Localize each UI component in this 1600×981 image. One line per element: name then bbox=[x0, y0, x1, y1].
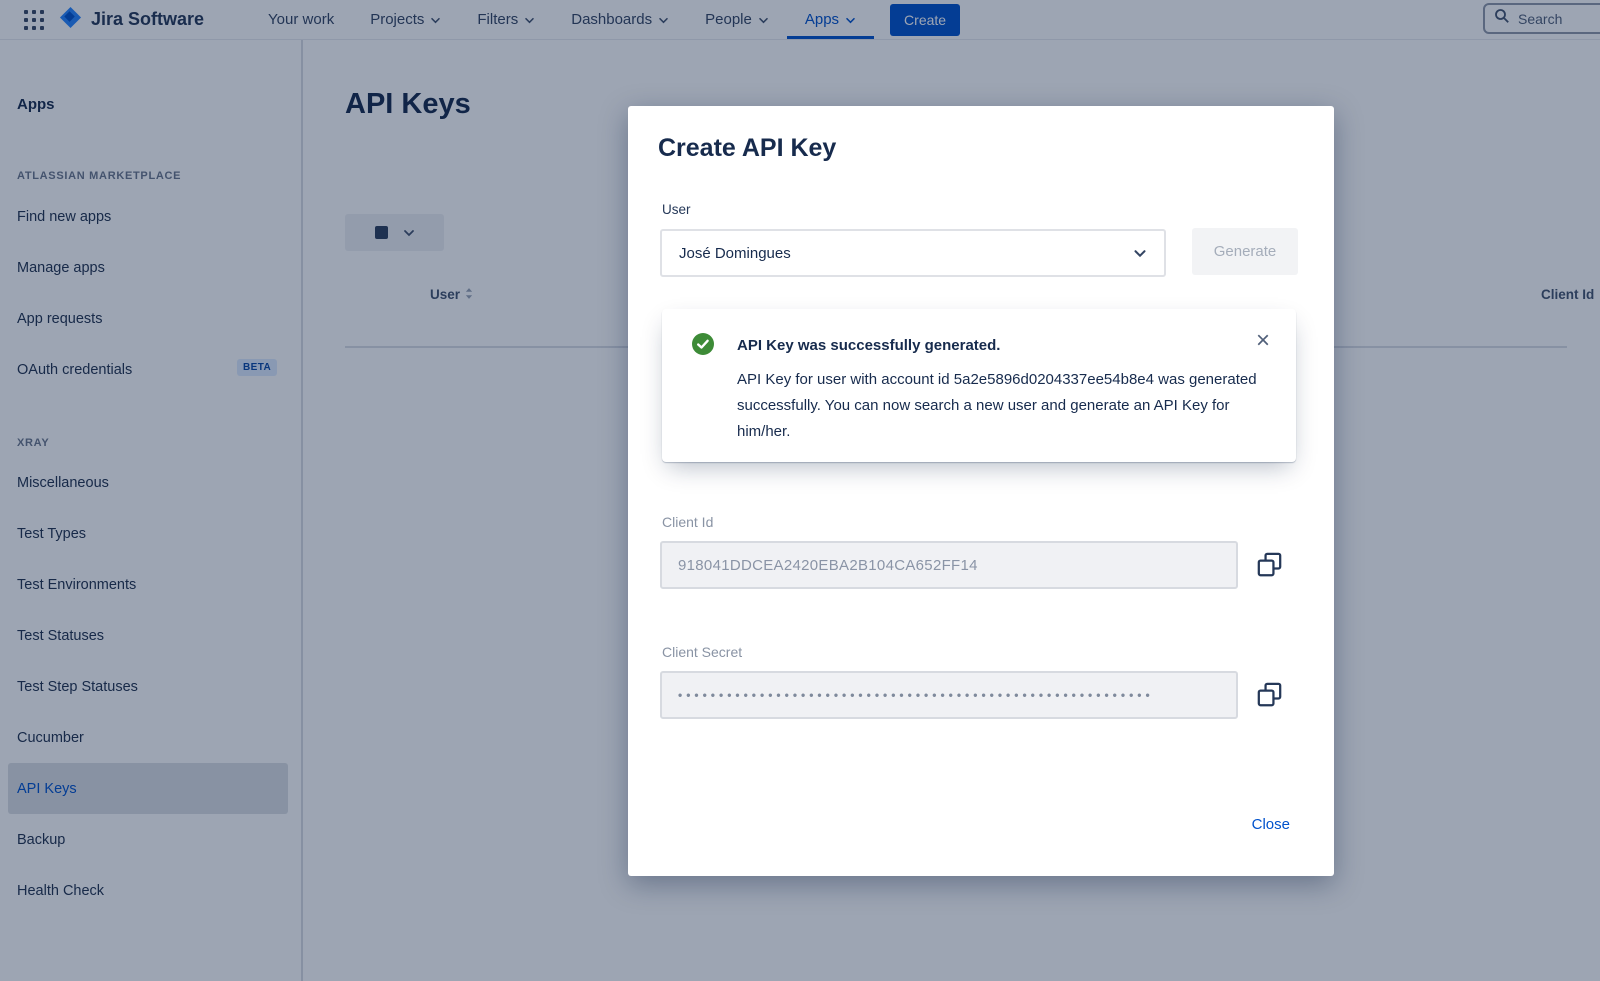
modal-close-button[interactable]: Close bbox=[1252, 816, 1290, 833]
flag-close-icon[interactable]: × bbox=[1256, 329, 1270, 353]
generate-button[interactable]: Generate bbox=[1192, 228, 1298, 275]
copy-client-id-button[interactable] bbox=[1252, 549, 1286, 583]
copy-icon bbox=[1256, 681, 1283, 711]
modal-title: Create API Key bbox=[658, 134, 836, 163]
flag-message: API Key for user with account id 5a2e589… bbox=[737, 367, 1282, 445]
client-id-value: 918041DDCEA2420EBA2B104CA652FF14 bbox=[678, 557, 978, 574]
jira-page: Jira Software Your work Projects Filters… bbox=[0, 0, 1600, 981]
client-secret-masked-value: ••••••••••••••••••••••••••••••••••••••••… bbox=[678, 688, 1154, 702]
user-field-label: User bbox=[662, 202, 691, 217]
client-id-label: Client Id bbox=[662, 514, 713, 530]
client-secret-field[interactable]: ••••••••••••••••••••••••••••••••••••••••… bbox=[660, 671, 1238, 719]
copy-icon bbox=[1256, 551, 1283, 581]
copy-client-secret-button[interactable] bbox=[1252, 679, 1286, 713]
client-id-field[interactable]: 918041DDCEA2420EBA2B104CA652FF14 bbox=[660, 541, 1238, 589]
success-check-icon bbox=[692, 333, 714, 355]
flag-title: API Key was successfully generated. bbox=[737, 337, 1000, 354]
create-api-key-modal: Create API Key User José Domingues Gener… bbox=[628, 106, 1334, 876]
user-select-value: José Domingues bbox=[679, 245, 791, 262]
user-select[interactable]: José Domingues bbox=[660, 229, 1166, 277]
client-secret-label: Client Secret bbox=[662, 644, 742, 660]
chevron-down-icon bbox=[1133, 249, 1147, 258]
success-flag: API Key was successfully generated. × AP… bbox=[662, 309, 1296, 462]
